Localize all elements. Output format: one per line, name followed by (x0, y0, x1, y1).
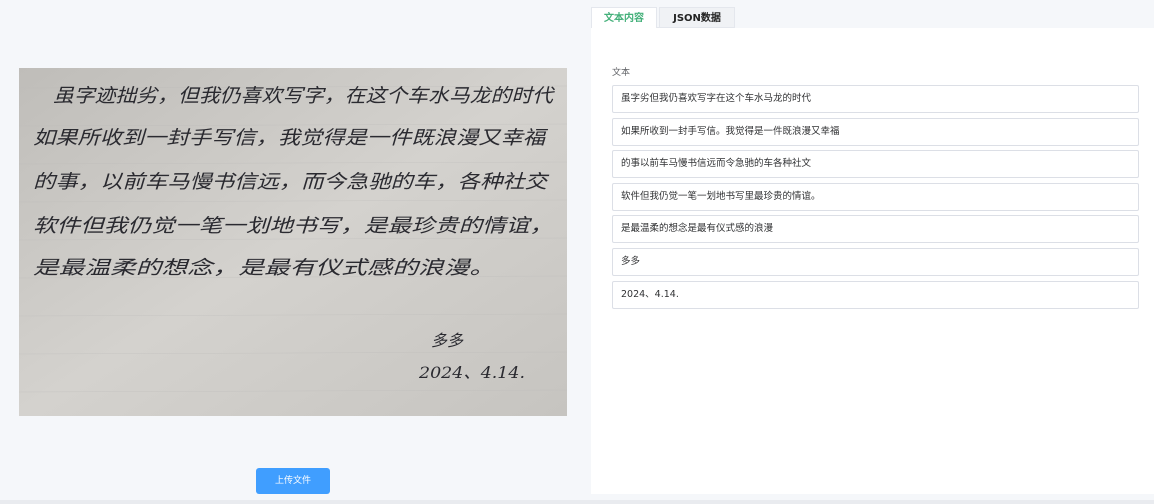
text-line-1[interactable]: 虽字劣但我仍喜欢写字在这个车水马龙的时代 (612, 85, 1139, 113)
text-line-3[interactable]: 的事以前车马慢书信远而令急驰的车各种社文 (612, 150, 1139, 178)
result-tabs: 文本内容 JSON数据 (591, 7, 1154, 28)
bottom-divider (0, 500, 1154, 504)
text-line-4[interactable]: 软件但我仍觉一笔一划地书写里最珍贵的情谊。 (612, 183, 1139, 211)
handwriting-line-5: 是最温柔的想念，是最有仪式感的浪漫。 (33, 257, 495, 279)
result-pane: 文本内容 JSON数据 文本 虽字劣但我仍喜欢写字在这个车水马龙的时代 如果所收… (591, 7, 1154, 494)
upload-file-button[interactable]: 上传文件 (256, 468, 330, 494)
handwriting-photo: 虽字迹拙劣，但我仍喜欢写字，在这个车水马龙的时代 如果所收到一封手写信，我觉得是… (19, 68, 567, 416)
handwriting-signature: 多多 (431, 331, 464, 350)
tab-text-content[interactable]: 文本内容 (591, 7, 657, 28)
handwriting-line-2: 如果所收到一封手写信，我觉得是一件既浪漫又幸福 (33, 127, 548, 149)
tab-divider (657, 27, 735, 28)
text-line-7[interactable]: 2024、4.14. (612, 281, 1139, 309)
handwriting-line-3: 的事，以前车马慢书信远，而今急驰的车，各种社交 (33, 171, 551, 193)
tab-json-data[interactable]: JSON数据 (659, 7, 735, 28)
handwriting-date: 2024、4.14. (418, 363, 525, 382)
handwriting-line-1: 虽字迹拙劣，但我仍喜欢写字，在这个车水马龙的时代 (53, 85, 555, 107)
text-line-6[interactable]: 多多 (612, 248, 1139, 276)
handwriting-line-4: 软件但我仍觉一笔一划地书写，是最珍贵的情谊， (33, 215, 553, 237)
handwriting-photo-graphic: 虽字迹拙劣，但我仍喜欢写字，在这个车水马龙的时代 如果所收到一封手写信，我觉得是… (19, 68, 567, 416)
text-line-2[interactable]: 如果所收到一封手写信。我觉得是一件既浪漫又幸福 (612, 118, 1139, 146)
text-line-5[interactable]: 是最温柔的想念是最有仪式感的浪漫 (612, 215, 1139, 243)
upload-pane: 虽字迹拙劣，但我仍喜欢写字，在这个车水马龙的时代 如果所收到一封手写信，我觉得是… (0, 0, 588, 504)
text-field-label: 文本 (612, 68, 631, 78)
